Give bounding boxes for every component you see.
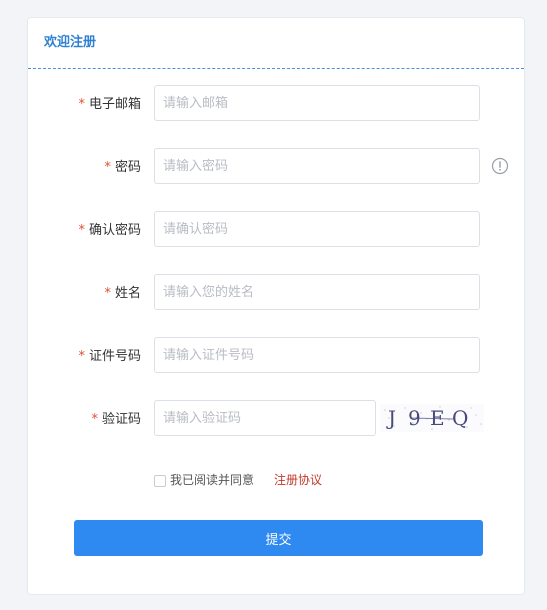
page-title: 欢迎注册: [44, 35, 97, 50]
info-circle-icon[interactable]: [491, 157, 509, 175]
email-label-text: 电子邮箱: [88, 97, 141, 112]
required-mark: *: [78, 349, 85, 364]
confirm-password-field[interactable]: [154, 211, 480, 247]
captcha-image[interactable]: J 9 E Q: [380, 404, 484, 432]
captcha-char: 9: [408, 406, 421, 430]
agreement: 我已阅读并同意 注册协议: [154, 470, 322, 490]
email-row: * 电子邮箱: [28, 85, 524, 121]
captcha-label: * 验证码: [91, 400, 141, 436]
captcha-label-text: 验证码: [101, 412, 141, 427]
password-row: * 密码: [28, 148, 524, 184]
required-mark: *: [78, 97, 85, 112]
required-mark: *: [78, 223, 85, 238]
id-number-row: * 证件号码: [28, 337, 524, 373]
required-mark: *: [104, 286, 111, 301]
confirm-password-row: * 确认密码: [28, 211, 524, 247]
name-label: * 姓名: [104, 274, 141, 310]
required-mark: *: [91, 412, 98, 427]
confirm-password-label-text: 确认密码: [88, 223, 141, 238]
name-row: * 姓名: [28, 274, 524, 310]
agree-checkbox[interactable]: [154, 475, 166, 487]
id-number-label: * 证件号码: [78, 337, 141, 373]
agreement-text: 我已阅读并同意: [170, 473, 255, 487]
captcha-field[interactable]: [154, 400, 376, 436]
register-card: 欢迎注册 *电子邮箱 *密码 *确认密码 *姓名: [27, 17, 525, 595]
captcha-row: *验证码 J 9 E Q: [28, 400, 524, 436]
captcha-char: Q: [452, 406, 469, 430]
password-label: * 密码: [104, 148, 141, 184]
password-label-text: 密码: [114, 160, 141, 175]
captcha-char: J: [388, 406, 397, 430]
agreement-link[interactable]: 注册协议: [274, 473, 322, 487]
submit-button[interactable]: 提交: [74, 520, 483, 556]
email-label: * 电子邮箱: [78, 85, 141, 121]
name-field[interactable]: [154, 274, 480, 310]
name-label-text: 姓名: [114, 286, 141, 301]
confirm-password-label: * 确认密码: [78, 211, 141, 247]
captcha-char: E: [430, 406, 445, 430]
id-number-field[interactable]: [154, 337, 480, 373]
required-mark: *: [104, 160, 111, 175]
id-number-label-text: 证件号码: [88, 349, 141, 364]
card-header: 欢迎注册: [28, 18, 524, 69]
email-field[interactable]: [154, 85, 480, 121]
password-field[interactable]: [154, 148, 480, 184]
